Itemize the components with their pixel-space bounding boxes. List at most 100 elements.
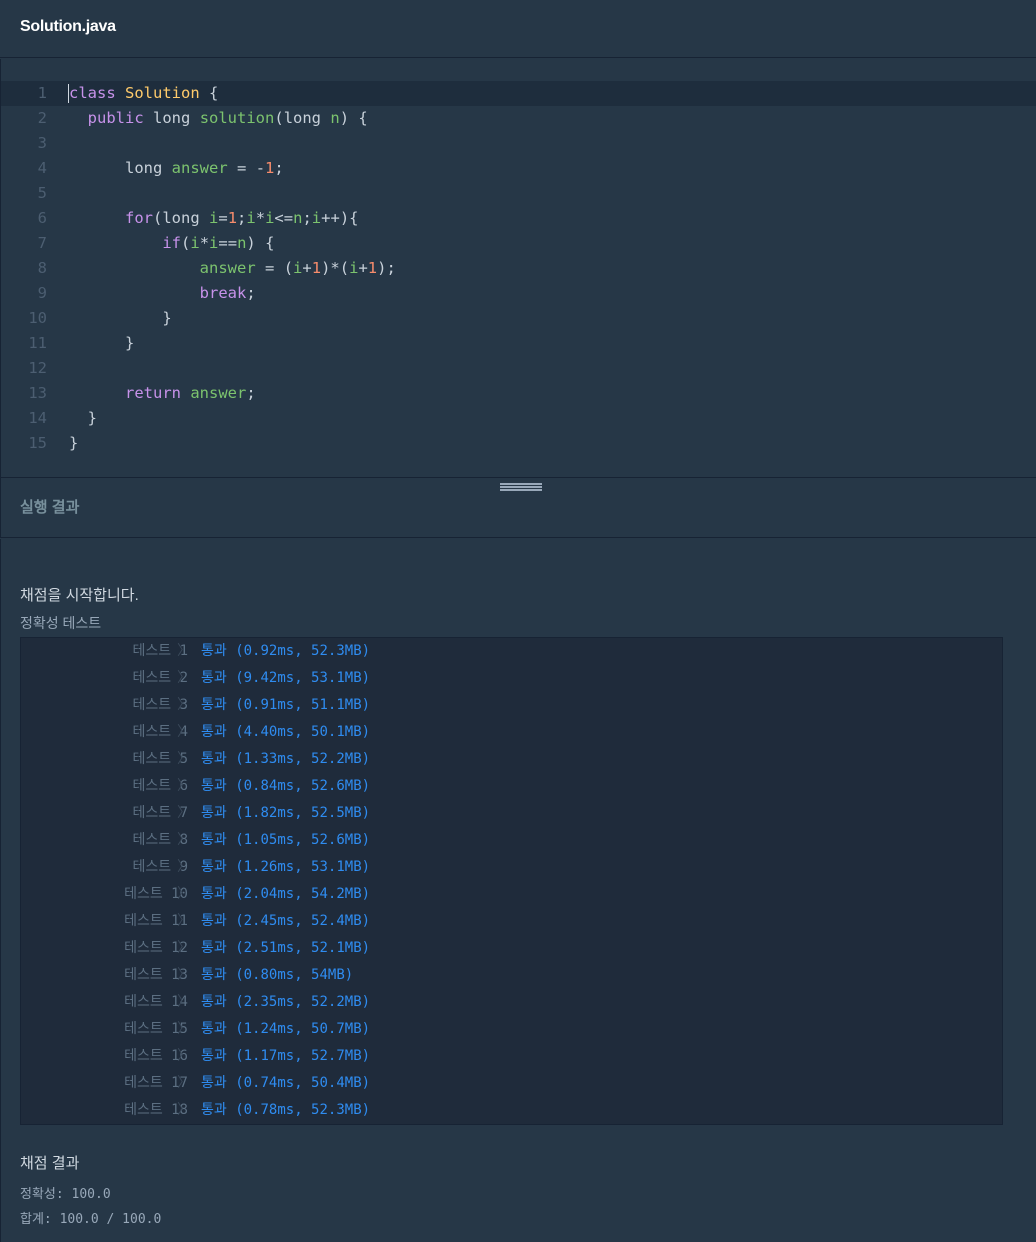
- test-result: 통과 (0.74ms, 50.4MB): [201, 1075, 371, 1091]
- code-line[interactable]: 2 public long solution(long n) {: [1, 106, 1036, 131]
- test-row: 테스트 11 〉 통과 (2.45ms, 52.4MB): [21, 908, 1002, 935]
- test-result: 통과 (4.40ms, 50.1MB): [201, 724, 371, 740]
- chevron-right-icon: 〉: [177, 967, 191, 983]
- chevron-right-icon: 〉: [177, 724, 191, 740]
- code-editor[interactable]: 1 class Solution {2 public long solution(…: [0, 59, 1036, 477]
- code-line[interactable]: 4 long answer = -1;: [1, 156, 1036, 181]
- test-result: 통과 (2.45ms, 52.4MB): [201, 913, 371, 929]
- line-number: 11: [28, 334, 47, 352]
- code-text[interactable]: }: [69, 306, 171, 331]
- code-line[interactable]: 8 answer = (i+1)*(i+1);: [1, 256, 1036, 281]
- code-text[interactable]: }: [69, 331, 134, 356]
- test-row: 테스트 9 〉 통과 (1.26ms, 53.1MB): [21, 854, 1002, 881]
- line-number: 9: [37, 284, 47, 302]
- code-line[interactable]: 5: [1, 181, 1036, 206]
- code-text[interactable]: if(i*i==n) {: [69, 231, 274, 256]
- result-title: 실행 결과: [20, 499, 80, 516]
- line-number: 10: [28, 309, 47, 327]
- code-line[interactable]: 7 if(i*i==n) {: [1, 231, 1036, 256]
- code-line[interactable]: 1 class Solution {: [1, 81, 1036, 106]
- line-number: 3: [37, 134, 47, 152]
- line-number: 4: [37, 159, 47, 177]
- accuracy-score: 정확성: 100.0: [20, 1187, 111, 1202]
- test-row: 테스트 1 〉 통과 (0.92ms, 52.3MB): [21, 638, 1002, 665]
- chevron-right-icon: 〉: [177, 859, 191, 875]
- chevron-right-icon: 〉: [177, 805, 191, 821]
- test-result: 통과 (0.78ms, 52.3MB): [201, 1102, 371, 1118]
- line-number: 5: [37, 184, 47, 202]
- test-row: 테스트 8 〉 통과 (1.05ms, 52.6MB): [21, 827, 1002, 854]
- test-row: 테스트 6 〉 통과 (0.84ms, 52.6MB): [21, 773, 1002, 800]
- chevron-right-icon: 〉: [177, 670, 191, 686]
- line-number: 6: [37, 209, 47, 227]
- code-text[interactable]: class Solution {: [69, 81, 218, 106]
- test-row: 테스트 2 〉 통과 (9.42ms, 53.1MB): [21, 665, 1002, 692]
- test-row: 테스트 7 〉 통과 (1.82ms, 52.5MB): [21, 800, 1002, 827]
- code-text[interactable]: }: [69, 431, 78, 456]
- code-text[interactable]: return answer;: [69, 381, 256, 406]
- code-line[interactable]: 12: [1, 356, 1036, 381]
- test-result: 통과 (1.17ms, 52.7MB): [201, 1048, 371, 1064]
- test-result: 통과 (0.91ms, 51.1MB): [201, 697, 371, 713]
- resize-handle[interactable]: [500, 482, 542, 492]
- line-number: 14: [28, 409, 47, 427]
- code-line[interactable]: 15}: [1, 431, 1036, 456]
- code-text[interactable]: answer = (i+1)*(i+1);: [69, 256, 396, 281]
- test-result: 통과 (1.33ms, 52.2MB): [201, 751, 371, 767]
- chevron-right-icon: 〉: [177, 940, 191, 956]
- final-result-title: 채점 결과: [20, 1155, 80, 1172]
- code-text[interactable]: long answer = -1;: [69, 156, 284, 181]
- test-result: 통과 (1.26ms, 53.1MB): [201, 859, 371, 875]
- code-line[interactable]: 14 }: [1, 406, 1036, 431]
- test-row: 테스트 10 〉 통과 (2.04ms, 54.2MB): [21, 881, 1002, 908]
- test-result: 통과 (0.80ms, 54MB): [201, 967, 354, 983]
- test-row: 테스트 3 〉 통과 (0.91ms, 51.1MB): [21, 692, 1002, 719]
- start-message: 채점을 시작합니다.: [20, 587, 139, 604]
- code-line[interactable]: 11 }: [1, 331, 1036, 356]
- chevron-right-icon: 〉: [177, 751, 191, 767]
- test-result: 통과 (2.04ms, 54.2MB): [201, 886, 371, 902]
- code-line[interactable]: 6 for(long i=1;i*i<=n;i++){: [1, 206, 1036, 231]
- test-row: 테스트 4 〉 통과 (4.40ms, 50.1MB): [21, 719, 1002, 746]
- line-number: 13: [28, 384, 47, 402]
- code-text[interactable]: for(long i=1;i*i<=n;i++){: [69, 206, 359, 231]
- test-result: 통과 (1.82ms, 52.5MB): [201, 805, 371, 821]
- code-line[interactable]: 13 return answer;: [1, 381, 1036, 406]
- code-text[interactable]: public long solution(long n) {: [69, 106, 368, 131]
- code-text[interactable]: break;: [69, 281, 256, 306]
- test-row: 테스트 15 〉 통과 (1.24ms, 50.7MB): [21, 1016, 1002, 1043]
- chevron-right-icon: 〉: [177, 1075, 191, 1091]
- code-text[interactable]: }: [69, 406, 97, 431]
- test-row: 테스트 13 〉 통과 (0.80ms, 54MB): [21, 962, 1002, 989]
- code-line[interactable]: 10 }: [1, 306, 1036, 331]
- test-row: 테스트 5 〉 통과 (1.33ms, 52.2MB): [21, 746, 1002, 773]
- chevron-right-icon: 〉: [177, 994, 191, 1010]
- test-row: 테스트 14 〉 통과 (2.35ms, 52.2MB): [21, 989, 1002, 1016]
- chevron-right-icon: 〉: [177, 643, 191, 659]
- test-result: 통과 (1.24ms, 50.7MB): [201, 1021, 371, 1037]
- line-number: 2: [37, 109, 47, 127]
- test-result: 통과 (0.92ms, 52.3MB): [201, 643, 371, 659]
- file-title[interactable]: Solution.java: [20, 18, 116, 36]
- test-result: 통과 (0.84ms, 52.6MB): [201, 778, 371, 794]
- chevron-right-icon: 〉: [177, 832, 191, 848]
- test-row: 테스트 16 〉 통과 (1.17ms, 52.7MB): [21, 1043, 1002, 1070]
- file-tab-bar: Solution.java: [0, 0, 1036, 58]
- test-result: 통과 (9.42ms, 53.1MB): [201, 670, 371, 686]
- code-line[interactable]: 3: [1, 131, 1036, 156]
- test-result: 통과 (1.05ms, 52.6MB): [201, 832, 371, 848]
- chevron-right-icon: 〉: [177, 1102, 191, 1118]
- test-row: 테스트 17 〉 통과 (0.74ms, 50.4MB): [21, 1070, 1002, 1097]
- line-number: 7: [37, 234, 47, 252]
- section-label: 정확성 테스트: [20, 615, 102, 631]
- chevron-right-icon: 〉: [177, 1021, 191, 1037]
- line-number: 8: [37, 259, 47, 277]
- line-number: 12: [28, 359, 47, 377]
- test-result: 통과 (2.35ms, 52.2MB): [201, 994, 371, 1010]
- test-row: 테스트 12 〉 통과 (2.51ms, 52.1MB): [21, 935, 1002, 962]
- chevron-right-icon: 〉: [177, 886, 191, 902]
- chevron-right-icon: 〉: [177, 697, 191, 713]
- line-number: 15: [28, 434, 47, 452]
- code-line[interactable]: 9 break;: [1, 281, 1036, 306]
- test-row: 테스트 18 〉 통과 (0.78ms, 52.3MB): [21, 1097, 1002, 1124]
